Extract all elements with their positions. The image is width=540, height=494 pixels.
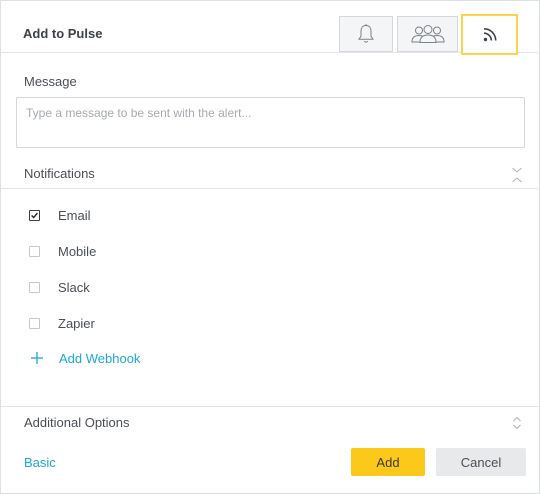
basic-link[interactable]: Basic: [24, 455, 56, 470]
add-webhook-label: Add Webhook: [59, 350, 141, 366]
notifications-header[interactable]: Notifications: [1, 159, 539, 189]
notification-option-mobile[interactable]: Mobile: [29, 241, 96, 261]
tab-alert[interactable]: [339, 16, 393, 52]
expand-icon[interactable]: [512, 415, 522, 431]
checkbox-checked[interactable]: [29, 209, 40, 221]
checkbox-unchecked[interactable]: [29, 317, 40, 329]
tab-users[interactable]: [397, 16, 458, 52]
add-button[interactable]: Add: [351, 448, 425, 476]
notification-option-slack[interactable]: Slack: [29, 277, 90, 297]
notification-option-email[interactable]: Email: [29, 205, 91, 225]
cancel-button[interactable]: Cancel: [436, 448, 526, 476]
message-label: Message: [24, 74, 77, 89]
add-to-pulse-dialog: Add to Pulse Message Type a message to b…: [0, 0, 540, 494]
checkmark-icon: [31, 212, 38, 219]
collapse-icon[interactable]: [511, 165, 523, 185]
additional-options-header[interactable]: Additional Options: [1, 406, 539, 438]
option-label: Zapier: [58, 315, 95, 331]
message-input[interactable]: [16, 97, 525, 148]
tab-rss[interactable]: [461, 14, 518, 55]
option-label: Slack: [58, 279, 90, 295]
plus-icon: [31, 352, 43, 364]
dialog-header: Add to Pulse: [1, 1, 539, 55]
add-webhook-button[interactable]: Add Webhook: [31, 348, 140, 368]
rss-icon: [483, 27, 496, 41]
notifications-label: Notifications: [24, 166, 95, 181]
group-icon: [410, 25, 445, 43]
dialog-title: Add to Pulse: [23, 26, 103, 41]
bell-icon: [358, 24, 374, 43]
additional-options-label: Additional Options: [24, 415, 130, 430]
option-label: Email: [58, 207, 91, 223]
checkbox-unchecked[interactable]: [29, 245, 40, 257]
notification-option-zapier[interactable]: Zapier: [29, 313, 95, 333]
checkbox-unchecked[interactable]: [29, 281, 40, 293]
option-label: Mobile: [58, 243, 97, 259]
